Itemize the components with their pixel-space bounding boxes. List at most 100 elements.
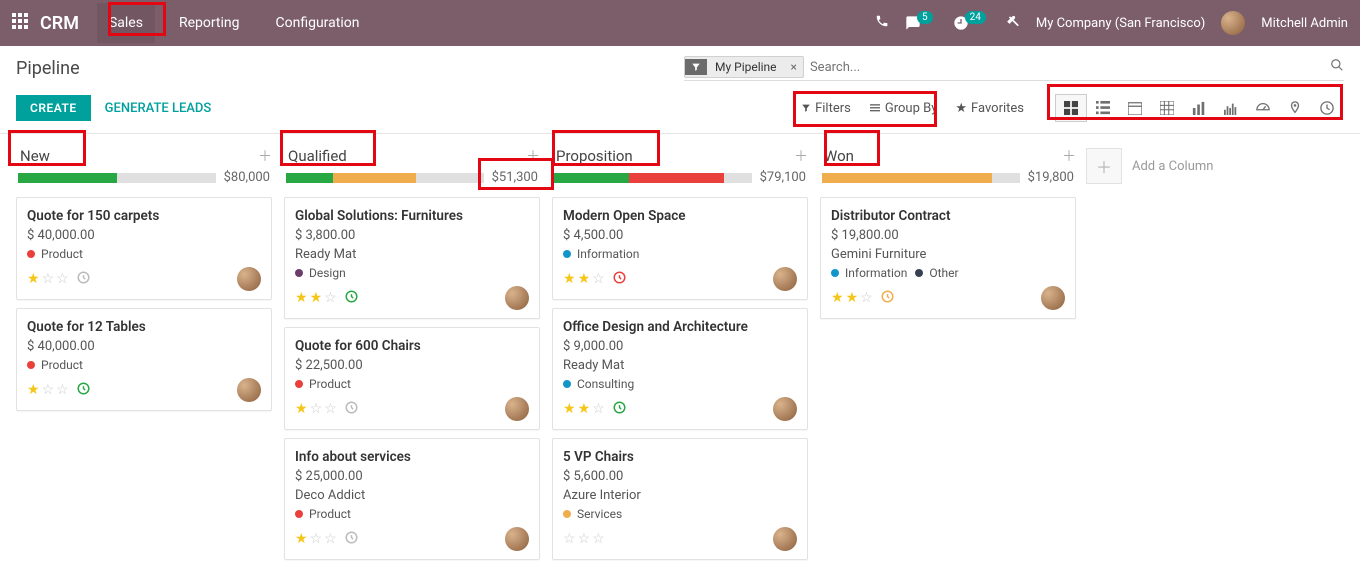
kanban-card[interactable]: Office Design and Architecture$ 9,000.00… (552, 308, 808, 430)
progress-segment[interactable] (18, 173, 117, 183)
progress-segment[interactable] (629, 173, 724, 183)
progress-bar[interactable] (554, 173, 752, 183)
priority-stars[interactable]: ★☆☆ (27, 382, 69, 398)
star-icon[interactable]: ☆ (56, 271, 69, 287)
view-graph-icon[interactable] (1183, 94, 1215, 122)
view-calendar-icon[interactable] (1119, 94, 1151, 122)
salesperson-avatar[interactable] (773, 527, 797, 551)
favorites-dropdown[interactable]: ★ Favorites (955, 101, 1024, 116)
nav-configuration[interactable]: Configuration (264, 3, 372, 43)
priority-stars[interactable]: ★★☆ (831, 290, 873, 306)
add-column-label[interactable]: Add a Column (1132, 159, 1213, 174)
star-icon[interactable]: ★ (27, 382, 40, 398)
progress-bar[interactable] (822, 173, 1020, 183)
kanban-quick-add[interactable]: ＋ (526, 146, 540, 166)
kanban-column-header[interactable]: Won＋ (818, 138, 1078, 170)
progress-segment[interactable] (286, 173, 333, 183)
progress-segment[interactable] (554, 173, 629, 183)
activity-clock-icon[interactable] (345, 290, 358, 307)
view-dashboard-icon[interactable] (1247, 94, 1279, 122)
company-switcher[interactable]: My Company (San Francisco) (1036, 16, 1205, 31)
activity-clock-icon[interactable] (345, 531, 358, 548)
salesperson-avatar[interactable] (773, 267, 797, 291)
view-activity-icon[interactable] (1311, 94, 1343, 122)
kanban-card[interactable]: Quote for 150 carpets$ 40,000.00Product★… (16, 197, 272, 300)
star-icon[interactable]: ☆ (324, 401, 337, 417)
star-icon[interactable]: ☆ (310, 401, 323, 417)
star-icon[interactable]: ☆ (324, 531, 337, 547)
progress-bar[interactable] (286, 173, 484, 183)
star-icon[interactable]: ★ (295, 531, 308, 547)
user-avatar[interactable] (1221, 11, 1245, 35)
activity-icon[interactable]: 24 (953, 15, 990, 31)
star-icon[interactable]: ☆ (56, 382, 69, 398)
view-map-icon[interactable] (1279, 94, 1311, 122)
groupby-dropdown[interactable]: Group By (869, 101, 938, 116)
search-icon[interactable] (1330, 58, 1344, 76)
star-icon[interactable]: ☆ (860, 290, 873, 306)
kanban-quick-add[interactable]: ＋ (258, 146, 272, 166)
salesperson-avatar[interactable] (1041, 286, 1065, 310)
star-icon[interactable]: ★ (846, 290, 859, 306)
salesperson-avatar[interactable] (237, 378, 261, 402)
priority-stars[interactable]: ★★☆ (295, 290, 337, 306)
star-icon[interactable]: ☆ (592, 401, 605, 417)
star-icon[interactable]: ☆ (563, 531, 576, 547)
kanban-column-header[interactable]: Proposition＋ (550, 138, 810, 170)
chat-icon[interactable]: 5 (905, 15, 937, 31)
star-icon[interactable]: ★ (295, 290, 308, 306)
star-icon[interactable]: ★ (563, 271, 576, 287)
view-kanban-icon[interactable] (1055, 94, 1087, 122)
nav-sales[interactable]: Sales (97, 3, 155, 43)
tools-icon[interactable] (1006, 14, 1020, 32)
kanban-card[interactable]: Info about services$ 25,000.00Deco Addic… (284, 438, 540, 560)
view-list-icon[interactable] (1087, 94, 1119, 122)
salesperson-avatar[interactable] (773, 397, 797, 421)
star-icon[interactable]: ★ (310, 290, 323, 306)
nav-reporting[interactable]: Reporting (167, 3, 252, 43)
salesperson-avatar[interactable] (505, 397, 529, 421)
salesperson-avatar[interactable] (505, 527, 529, 551)
star-icon[interactable]: ★ (563, 401, 576, 417)
activity-clock-icon[interactable] (77, 382, 90, 399)
filters-dropdown[interactable]: Filters (801, 101, 851, 116)
view-cohort-icon[interactable] (1215, 94, 1247, 122)
star-icon[interactable]: ☆ (592, 271, 605, 287)
chip-remove[interactable]: × (785, 57, 803, 77)
kanban-card[interactable]: Global Solutions: Furnitures$ 3,800.00Re… (284, 197, 540, 319)
star-icon[interactable]: ☆ (324, 290, 337, 306)
priority-stars[interactable]: ★★☆ (563, 401, 605, 417)
priority-stars[interactable]: ★☆☆ (295, 401, 337, 417)
user-name[interactable]: Mitchell Admin (1261, 16, 1348, 31)
search-input[interactable] (810, 60, 1324, 75)
apps-icon[interactable] (12, 13, 28, 33)
priority-stars[interactable]: ★☆☆ (295, 531, 337, 547)
priority-stars[interactable]: ★☆☆ (27, 271, 69, 287)
progress-segment[interactable] (333, 173, 416, 183)
kanban-quick-add[interactable]: ＋ (794, 146, 808, 166)
view-pivot-icon[interactable] (1151, 94, 1183, 122)
activity-clock-icon[interactable] (613, 401, 626, 418)
star-icon[interactable]: ★ (831, 290, 844, 306)
priority-stars[interactable]: ★★☆ (563, 271, 605, 287)
activity-clock-icon[interactable] (345, 401, 358, 418)
salesperson-avatar[interactable] (237, 267, 261, 291)
create-button[interactable]: CREATE (16, 95, 91, 121)
priority-stars[interactable]: ☆☆☆ (563, 531, 605, 547)
star-icon[interactable]: ☆ (578, 531, 591, 547)
kanban-card[interactable]: Quote for 600 Chairs$ 22,500.00Product★☆… (284, 327, 540, 430)
generate-leads-button[interactable]: GENERATE LEADS (91, 95, 226, 122)
star-icon[interactable]: ★ (578, 271, 591, 287)
salesperson-avatar[interactable] (505, 286, 529, 310)
kanban-card[interactable]: Modern Open Space$ 4,500.00Information★★… (552, 197, 808, 300)
activity-clock-icon[interactable] (77, 271, 90, 288)
star-icon[interactable]: ★ (295, 401, 308, 417)
add-column-button[interactable]: ＋ (1086, 148, 1122, 184)
brand-title[interactable]: CRM (40, 13, 79, 34)
kanban-quick-add[interactable]: ＋ (1062, 146, 1076, 166)
activity-clock-icon[interactable] (881, 290, 894, 307)
kanban-card[interactable]: 5 VP Chairs$ 5,600.00Azure InteriorServi… (552, 438, 808, 560)
kanban-column-header[interactable]: Qualified＋ (282, 138, 542, 170)
kanban-card[interactable]: Distributor Contract$ 19,800.00Gemini Fu… (820, 197, 1076, 319)
progress-segment[interactable] (822, 173, 992, 183)
